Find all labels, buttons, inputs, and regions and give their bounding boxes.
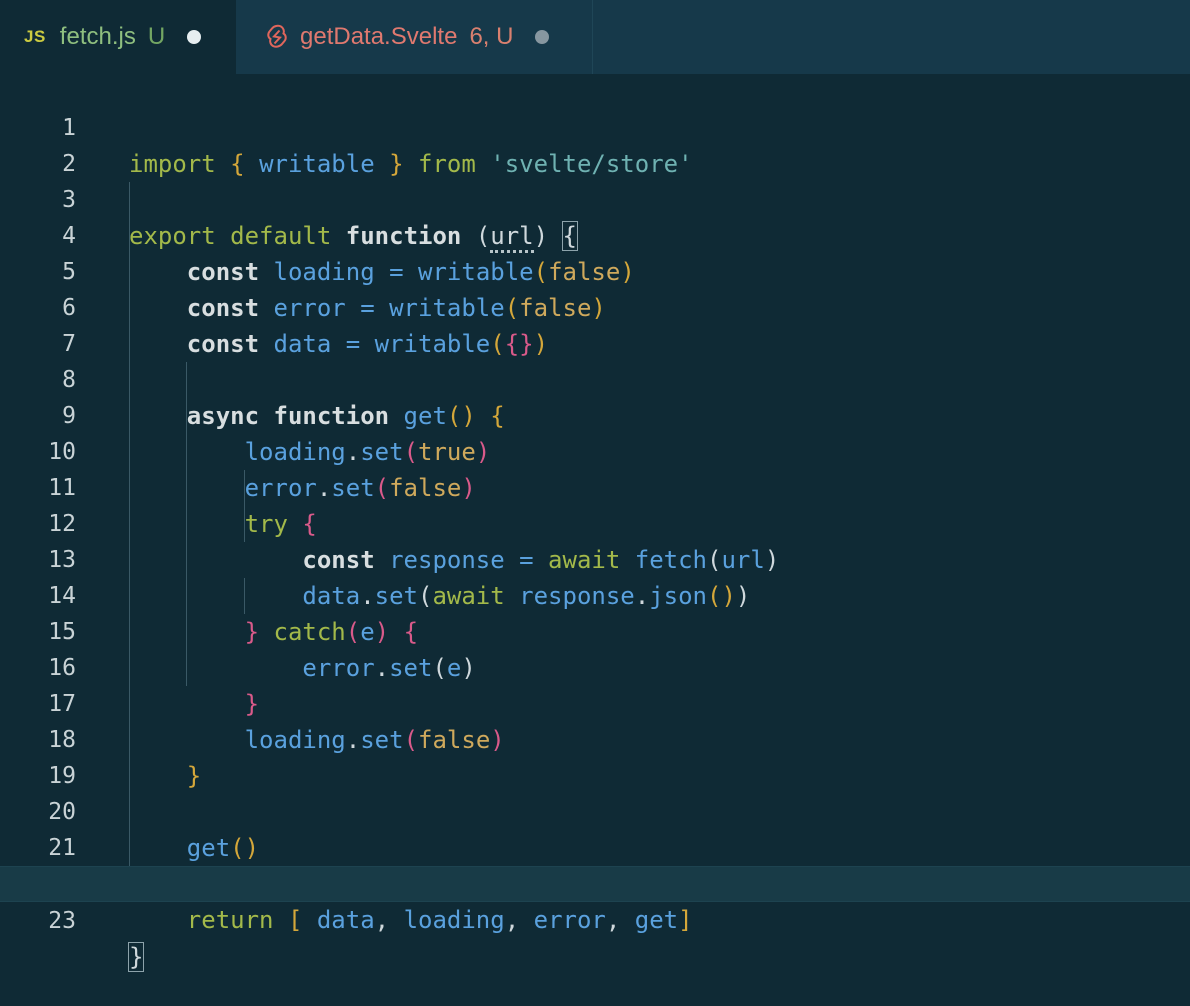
identifier: data <box>316 906 375 934</box>
code-line-6[interactable]: 6 const data = writable({}) <box>0 254 1190 358</box>
code-line-20[interactable]: 20 get() <box>0 758 1190 862</box>
bracket: ] <box>678 906 693 934</box>
code-line-3[interactable]: 3 export default function (url) { <box>0 146 1190 253</box>
code-line-1[interactable]: 1 import { writable } from 'svelte/store… <box>0 74 1190 178</box>
keyword: return <box>186 906 274 934</box>
tab-label: getData.Svelte <box>300 23 458 50</box>
matched-brace: } <box>127 942 145 972</box>
code-line-23[interactable]: 23 } <box>0 866 1190 972</box>
code-line-2[interactable]: 2 <box>0 110 1190 177</box>
code-line-21[interactable]: 21 <box>0 794 1190 861</box>
code-line-13[interactable]: 13 data.set(await response.json()) <box>0 506 1190 610</box>
tab-bar: JS fetch.js U getData.Svelte 6, U <box>0 0 1190 74</box>
code-line-10[interactable]: 10 error.set(false) <box>0 398 1190 502</box>
problem-count-badge: 6, U <box>469 23 514 50</box>
identifier: get <box>634 906 679 934</box>
identifier: loading <box>403 906 505 934</box>
unsaved-dot-icon[interactable] <box>535 30 550 44</box>
code-line-18[interactable]: 18 } <box>0 686 1190 790</box>
code-line-19[interactable]: 19 <box>0 722 1190 789</box>
code-line-9[interactable]: 9 loading.set(true) <box>0 362 1190 466</box>
comma: , <box>374 906 390 934</box>
code-line-4[interactable]: 4 const loading = writable(false) <box>0 182 1190 286</box>
code-line-22[interactable]: 22 return [ data, loading, error, get] <box>0 830 1190 934</box>
comma: , <box>504 906 520 934</box>
svelte-file-icon <box>266 24 288 50</box>
code-line-5[interactable]: 5 const error = writable(false) <box>0 218 1190 322</box>
identifier: error <box>533 906 606 934</box>
comma: , <box>605 906 621 934</box>
javascript-file-icon: JS <box>24 27 46 46</box>
line-number: 23 <box>48 908 76 934</box>
code-line-15[interactable]: 15 error.set(e) <box>0 578 1190 682</box>
code-line-17[interactable]: 17 loading.set(false) <box>0 650 1190 754</box>
code-line-16[interactable]: 16 } <box>0 614 1190 718</box>
code-line-7[interactable]: 7 <box>0 290 1190 357</box>
code-line-14[interactable]: 14 } catch(e) { <box>0 542 1190 646</box>
code-editor[interactable]: 1 import { writable } from 'svelte/store… <box>0 74 1190 1006</box>
tab-label: fetch.js <box>59 23 136 50</box>
code-line-11[interactable]: 11 try { <box>0 434 1190 538</box>
code-line-12[interactable]: 12 const response = await fetch(url) <box>0 470 1190 574</box>
bracket: [ <box>287 906 303 934</box>
code-line-8[interactable]: 8 async function get() { <box>0 326 1190 430</box>
tab-getdata-svelte[interactable]: getData.Svelte 6, U <box>236 0 593 74</box>
git-status-badge: U <box>147 23 166 50</box>
tab-fetch-js[interactable]: JS fetch.js U <box>0 0 236 74</box>
unsaved-dot-icon[interactable] <box>187 30 202 44</box>
